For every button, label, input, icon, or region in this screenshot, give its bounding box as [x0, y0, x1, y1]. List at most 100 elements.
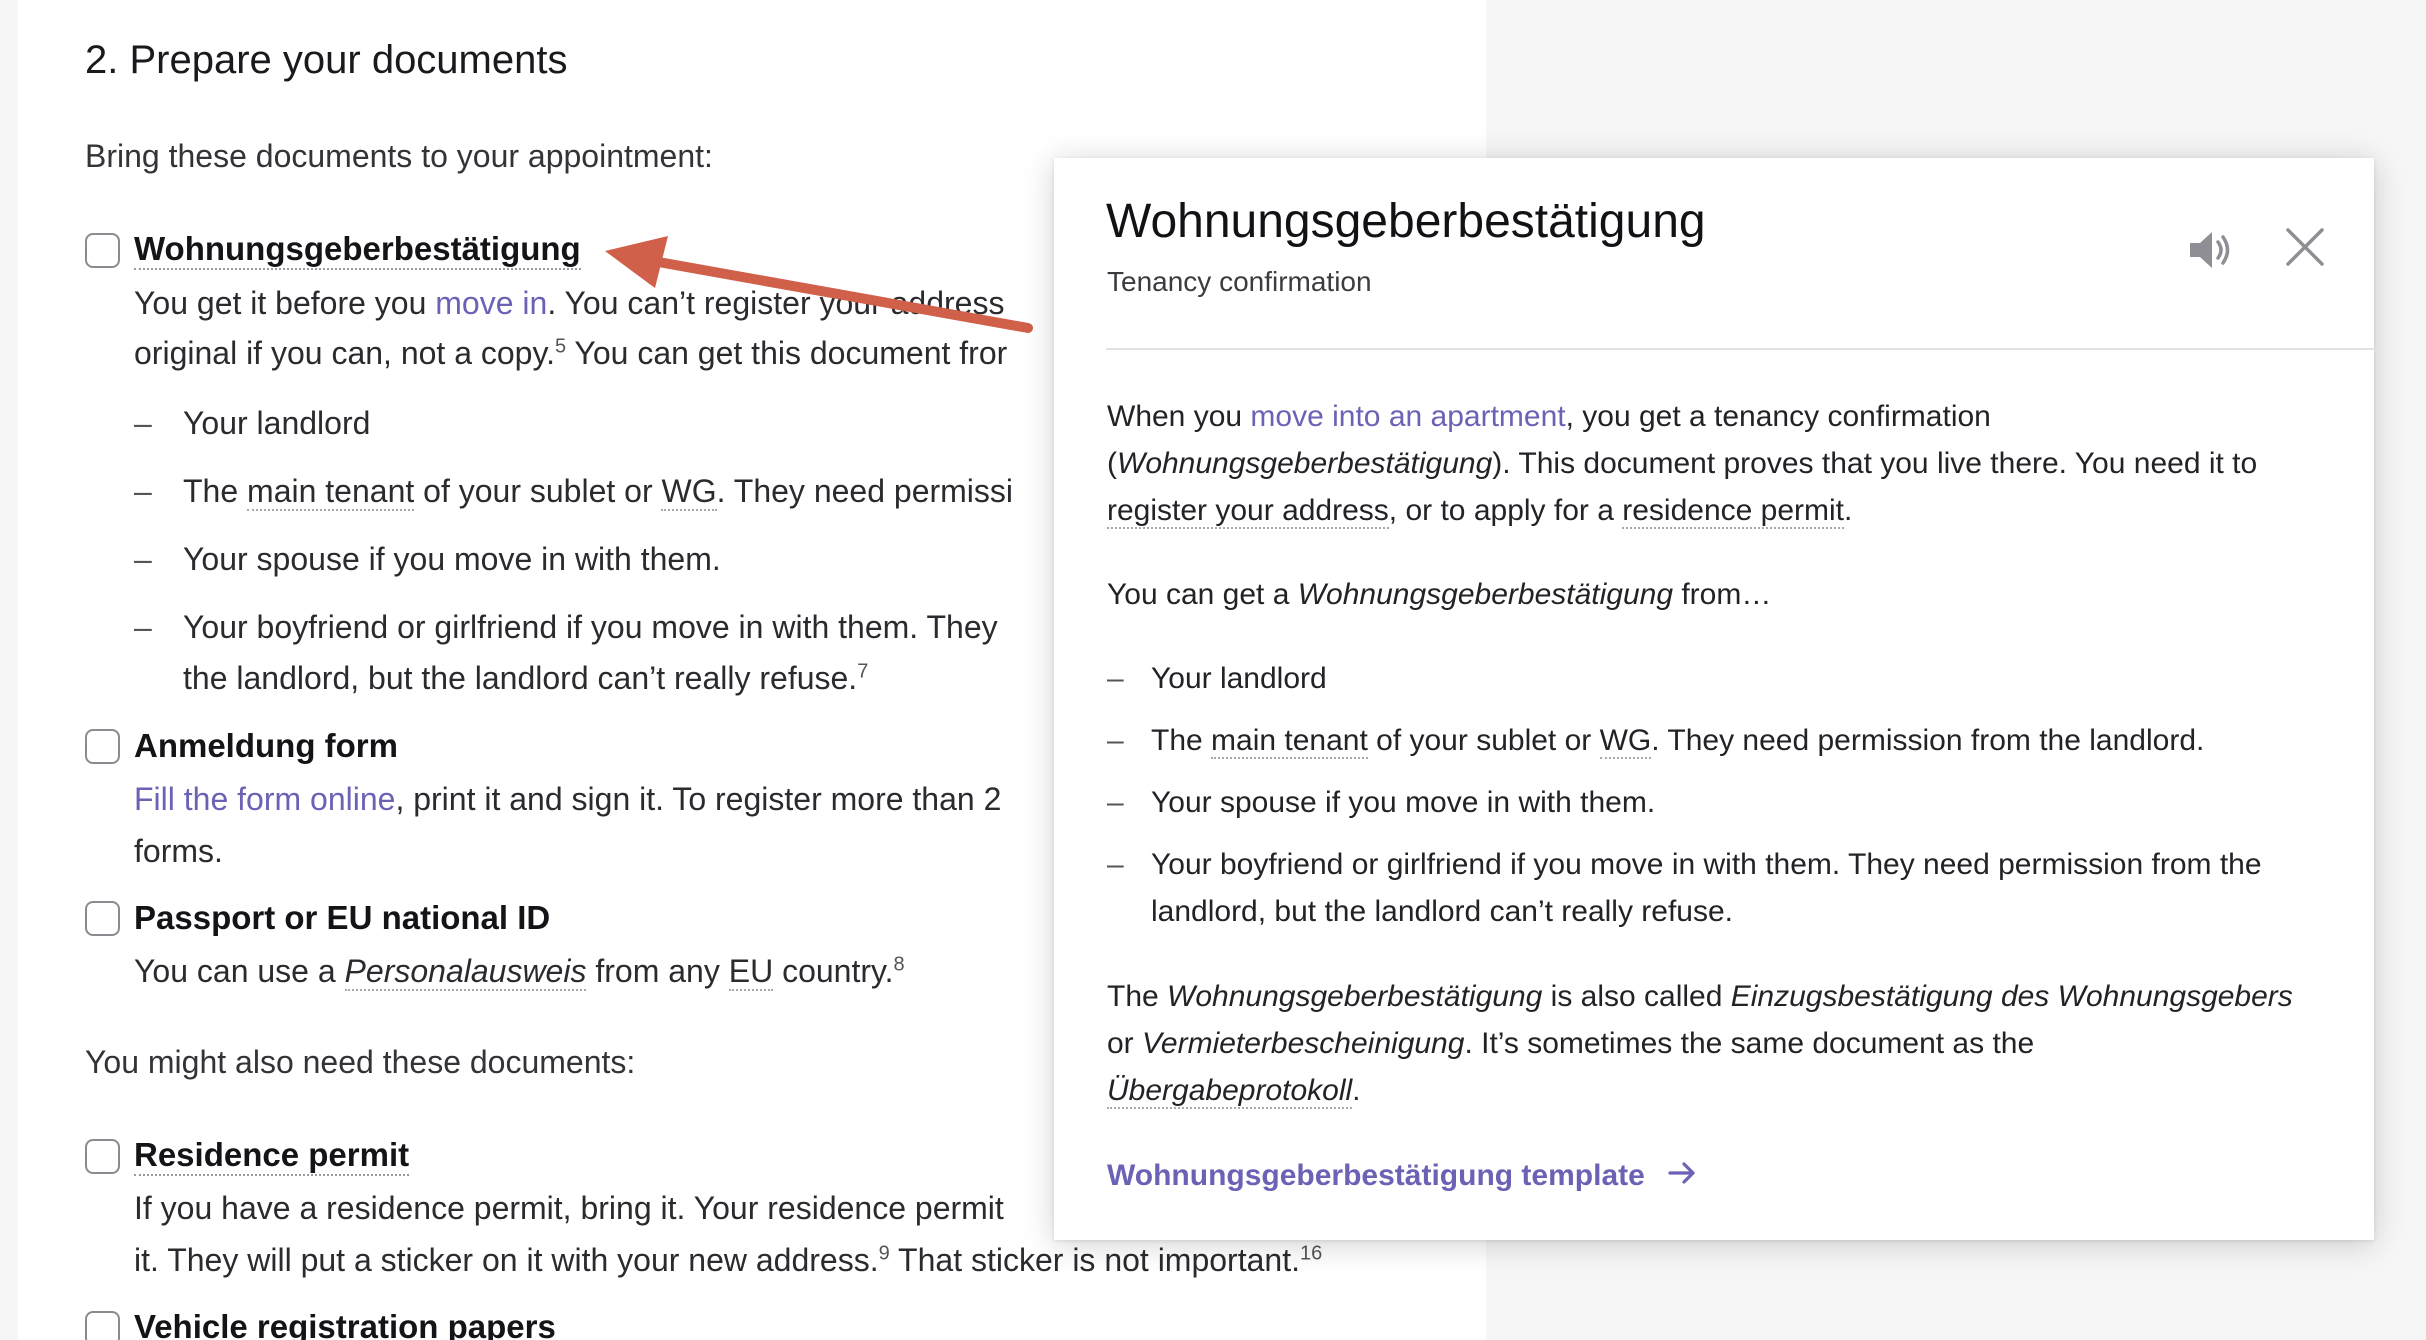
item2-line1: Fill the form online, print it and sign …	[134, 779, 1001, 819]
item-title-anmeldung-form: Anmeldung form	[134, 727, 398, 764]
move-into-apartment-link[interactable]: move into an apartment	[1250, 400, 1565, 433]
fill-form-online-link[interactable]: Fill the form online	[134, 781, 395, 817]
b2-mid: of your sublet or	[1367, 724, 1600, 757]
footnote-5[interactable]: 5	[555, 335, 566, 357]
template-link[interactable]: Wohnungsgeberbestätigung template	[1107, 1158, 1697, 1196]
bullet-text: The main tenant of your sublet or WG. Th…	[183, 471, 1013, 511]
bullet-text: The main tenant of your sublet or WG. Th…	[1151, 722, 2204, 760]
checkbox-residence-permit[interactable]	[85, 1139, 120, 1174]
p1-l3-mid: , or to apply for a	[1388, 494, 1623, 527]
p1-l1-post: , you get a tenancy confirmation	[1565, 400, 1991, 433]
p3-l3-post: .	[1352, 1074, 1361, 1107]
checkbox-wohnungsgeberbestaetigung[interactable]	[85, 233, 120, 268]
item3-line1-mid: from any	[586, 953, 729, 989]
item-title-vehicle-registration: Vehicle registration papers	[134, 1308, 556, 1340]
checkbox-vehicle-registration[interactable]	[85, 1311, 120, 1340]
glossary-popup: Wohnungsgeberbestätigung Tenancy confirm…	[1054, 158, 2378, 1240]
bullet-dash: –	[1107, 786, 1124, 819]
checkbox-passport[interactable]	[85, 901, 120, 936]
p2-post: from…	[1673, 578, 1772, 611]
bullet-text-post: . They need permissi	[716, 473, 1014, 509]
footnote-8[interactable]: 8	[894, 953, 905, 975]
wg-term[interactable]: WG	[661, 473, 717, 511]
item2-line2: forms.	[134, 833, 223, 869]
popup-p1-line3: register your address, or to apply for a…	[1107, 492, 1852, 530]
page: 2. Prepare your documents Bring these do…	[0, 0, 2426, 1340]
p3-l1-pre: The	[1107, 980, 1168, 1013]
p3-l2-post: . It’s sometimes the same document as th…	[1464, 1027, 2035, 1060]
bullet-text: Your landlord	[1151, 662, 1327, 695]
p1-l2-italic: Wohnungsgeberbestätigung	[1117, 447, 1493, 480]
popup-p1-line2: (Wohnungsgeberbestätigung). This documen…	[1107, 445, 2257, 483]
p3-l1-italic2: Einzugsbestätigung des Wohnungsgebers	[1730, 980, 2293, 1013]
item3-line1-post: country.	[773, 953, 894, 989]
item1-line2: original if you can, not a copy.5 You ca…	[134, 333, 1007, 373]
intro-required: Bring these documents to your appointmen…	[85, 138, 713, 174]
bullet-dash: –	[134, 541, 152, 577]
popup-p1-line1: When you move into an apartment, you get…	[1107, 398, 1991, 436]
footnote-9[interactable]: 9	[879, 1242, 890, 1264]
bullet-dash: –	[1107, 848, 1124, 881]
popup-title: Wohnungsgeberbestätigung	[1106, 195, 1706, 248]
p1-l2-pre: (	[1107, 447, 1117, 480]
bullet-text: Your boyfriend or girlfriend if you move…	[183, 609, 998, 645]
item-title-passport: Passport or EU national ID	[134, 899, 551, 936]
bullet-text: Your spouse if you move in with them.	[1151, 786, 1656, 819]
footnote-7[interactable]: 7	[857, 660, 868, 682]
item2-line1-post: , print it and sign it. To register more…	[395, 781, 1002, 817]
bullet-dash: –	[134, 405, 152, 441]
item3-line1: You can use a Personalausweis from any E…	[134, 951, 905, 991]
p1-l1-pre: When you	[1107, 400, 1251, 433]
bullet-text: the landlord, but the landlord can’t rea…	[183, 658, 868, 698]
template-link-label: Wohnungsgeberbestätigung template	[1107, 1158, 1645, 1192]
arrow-right-icon	[1667, 1158, 1697, 1196]
speaker-icon[interactable]	[2184, 224, 2236, 276]
bullet-text: Your boyfriend or girlfriend if you move…	[1151, 848, 2262, 881]
popup-p2: You can get a Wohnungsgeberbestätigung f…	[1107, 576, 1771, 614]
popup-p3-line3: Übergabeprotokoll.	[1107, 1072, 1361, 1110]
popup-subtitle: Tenancy confirmation	[1107, 266, 1372, 297]
item1-line1: You get it before you move in. You can’t…	[134, 283, 1004, 323]
item4-line2-pre: it. They will put a sticker on it with y…	[134, 1242, 879, 1278]
popup-p3-line2: or Vermieterbescheinigung. It’s sometime…	[1107, 1025, 2034, 1063]
main-tenant-term[interactable]: main tenant	[1211, 724, 1368, 759]
item-title-wohnungsgeberbestaetigung[interactable]: Wohnungsgeberbestätigung	[134, 230, 581, 270]
section-title: 2. Prepare your documents	[85, 38, 568, 82]
uebergabeprotokoll-term[interactable]: Übergabeprotokoll	[1107, 1074, 1353, 1109]
main-tenant-term[interactable]: main tenant	[247, 473, 415, 511]
item3-line1-pre: You can use a	[134, 953, 345, 989]
popup-p3-line1: The Wohnungsgeberbestätigung is also cal…	[1107, 978, 2293, 1016]
item1-line1-pre: You get it before you	[134, 285, 436, 321]
item-title-residence-permit[interactable]: Residence permit	[134, 1136, 410, 1176]
p1-l3-post: .	[1844, 494, 1853, 527]
popup-divider	[1106, 348, 2378, 350]
p3-l1-italic1: Wohnungsgeberbestätigung	[1167, 980, 1543, 1013]
b2-post: . They need permission from the landlord…	[1651, 724, 2205, 757]
bullet-text-line2: the landlord, but the landlord can’t rea…	[183, 660, 858, 696]
wg-term[interactable]: WG	[1599, 724, 1652, 759]
intro-optional: You might also need these documents:	[85, 1044, 636, 1080]
register-address-term[interactable]: register your address	[1107, 494, 1389, 529]
item1-line2-pre: original if you can, not a copy.	[134, 335, 555, 371]
p3-l2-italic: Vermieterbescheinigung	[1142, 1027, 1465, 1060]
bullet-text-pre: The	[183, 473, 248, 509]
move-in-link[interactable]: move in	[435, 285, 547, 321]
p3-l1-mid: is also called	[1542, 980, 1731, 1013]
checkbox-anmeldung-form[interactable]	[85, 729, 120, 764]
residence-permit-term[interactable]: residence permit	[1622, 494, 1845, 529]
p1-l2-post: ). This document proves that you live th…	[1492, 447, 2258, 480]
item4-line1: If you have a residence permit, bring it…	[134, 1190, 1004, 1226]
b2-pre: The	[1151, 724, 1212, 757]
close-icon[interactable]	[2282, 224, 2328, 270]
eu-term[interactable]: EU	[728, 953, 774, 991]
item4-line2: it. They will put a sticker on it with y…	[134, 1240, 1322, 1280]
item4-line2-post: That sticker is not important.	[889, 1242, 1300, 1278]
bullet-text: Your spouse if you move in with them.	[183, 541, 721, 577]
bullet-text-mid: of your sublet or	[414, 473, 662, 509]
personalausweis-term[interactable]: Personalausweis	[344, 953, 587, 991]
bullet-dash: –	[1107, 662, 1124, 695]
footnote-16[interactable]: 16	[1300, 1242, 1322, 1264]
bullet-dash: –	[134, 609, 152, 645]
item1-line2-post: You can get this document fror	[566, 335, 1008, 371]
bullet-text: Your landlord	[183, 405, 371, 441]
